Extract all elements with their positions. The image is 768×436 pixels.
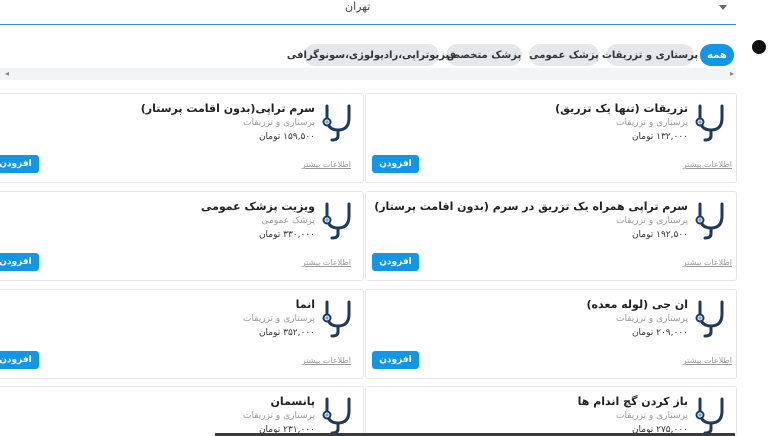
location-selector[interactable]: تهران [0, 0, 736, 25]
add-button[interactable]: افزودن [372, 155, 419, 173]
service-title: سرم تراپی(بدون اقامت پرستار) [140, 102, 315, 115]
service-card: باز کردن گچ اندام ها پرستاری و تزریقات ۲… [365, 386, 737, 436]
service-card: انما پرستاری و تزریقات ۳۵۲,۰۰۰ تومان اطل… [0, 289, 364, 379]
stethoscope-icon [695, 397, 724, 435]
service-category: پزشک عمومی [261, 216, 315, 226]
service-title: ان جی (لوله معده) [586, 298, 688, 311]
tab-physiotherapy[interactable]: فیزیوتراپی،رادیولوژی،سونوگرافی [287, 44, 456, 66]
service-category: پرستاری و تزریقات [242, 118, 315, 128]
service-card: ویزیت پزشک عمومی پزشک عمومی ۳۳۰,۰۰۰ توما… [0, 191, 364, 281]
add-button[interactable]: افزودن [372, 351, 419, 369]
more-info-link[interactable]: اطلاعات بیشتر [302, 160, 351, 169]
service-price: ۳۵۲,۰۰۰ تومان [258, 328, 315, 338]
scroll-right-icon[interactable]: ▸ [730, 69, 734, 78]
service-category: پرستاری و تزریقات [615, 314, 688, 324]
city-value: تهران [345, 0, 371, 13]
more-info-link[interactable]: اطلاعات بیشتر [683, 160, 732, 169]
tabs-scrollbar[interactable] [0, 68, 736, 80]
service-category: پرستاری و تزریقات [615, 216, 688, 226]
status-dot [752, 40, 766, 54]
tab-nursing[interactable]: پرستاری و تزریقات [602, 44, 698, 66]
stethoscope-icon [695, 104, 724, 142]
service-price: ۲۰۹,۰۰۰ تومان [631, 328, 688, 338]
stethoscope-icon [322, 300, 351, 338]
more-info-link[interactable]: اطلاعات بیشتر [683, 356, 732, 365]
service-title: پانسمان [270, 395, 315, 408]
more-info-link[interactable]: اطلاعات بیشتر [683, 258, 732, 267]
tab-all[interactable]: همه [700, 44, 734, 66]
stethoscope-icon [695, 202, 724, 240]
service-title: تزریقات (تنها یک تزریق) [555, 102, 688, 115]
service-category: پرستاری و تزریقات [242, 411, 315, 421]
service-category: پرستاری و تزریقات [615, 411, 688, 421]
service-price: ۳۳۰,۰۰۰ تومان [258, 230, 315, 240]
service-price: ۱۳۲,۰۰۰ تومان [631, 132, 688, 142]
tab-general-doctor[interactable]: پزشک عمومی [529, 44, 599, 66]
stethoscope-icon [322, 202, 351, 240]
stethoscope-icon [322, 104, 351, 142]
service-card: سرم تراپی(بدون اقامت پرستار) پرستاری و ت… [0, 93, 364, 183]
service-card: سرم تراپی همراه یک تزریق در سرم (بدون اق… [365, 191, 737, 281]
service-category: پرستاری و تزریقات [615, 118, 688, 128]
tab-specialist[interactable]: پزشک متخصص [446, 44, 522, 66]
service-title: باز کردن گچ اندام ها [577, 395, 688, 408]
more-info-link[interactable]: اطلاعات بیشتر [302, 258, 351, 267]
service-price: ۱۹۲,۵۰۰ تومان [631, 230, 688, 240]
service-price: ۱۵۹,۵۰۰ تومان [258, 132, 315, 142]
scroll-left-icon[interactable]: ◂ [5, 69, 9, 78]
stethoscope-icon [322, 397, 351, 435]
add-button[interactable]: افزودن [372, 253, 419, 271]
service-title: انما [295, 298, 315, 311]
service-card: ان جی (لوله معده) پرستاری و تزریقات ۲۰۹,… [365, 289, 737, 379]
service-title: ویزیت پزشک عمومی [200, 200, 315, 213]
stethoscope-icon [695, 300, 724, 338]
service-card: تزریقات (تنها یک تزریق) پرستاری و تزریقا… [365, 93, 737, 183]
service-title: سرم تراپی همراه یک تزریق در سرم (بدون اق… [374, 200, 688, 213]
chevron-down-icon[interactable] [719, 5, 727, 10]
add-button[interactable]: افزودن [0, 253, 39, 271]
add-button[interactable]: افزودن [0, 351, 39, 369]
more-info-link[interactable]: اطلاعات بیشتر [302, 356, 351, 365]
service-card: پانسمان پرستاری و تزریقات ۲۳۱,۰۰۰ تومان [0, 386, 364, 436]
add-button[interactable]: افزودن [0, 155, 39, 173]
service-category: پرستاری و تزریقات [242, 314, 315, 324]
category-tabs: همه پرستاری و تزریقات پزشک عمومی پزشک مت… [0, 36, 736, 69]
